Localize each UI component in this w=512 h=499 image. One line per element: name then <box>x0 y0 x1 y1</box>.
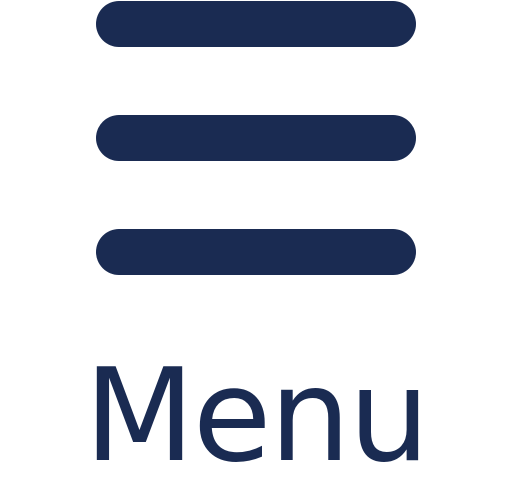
menu-bar-top <box>96 1 416 47</box>
menu-button[interactable]: Menu <box>0 0 512 499</box>
menu-label: Menu <box>84 342 429 491</box>
menu-bar-middle <box>96 115 416 161</box>
menu-bar-bottom <box>96 229 416 275</box>
